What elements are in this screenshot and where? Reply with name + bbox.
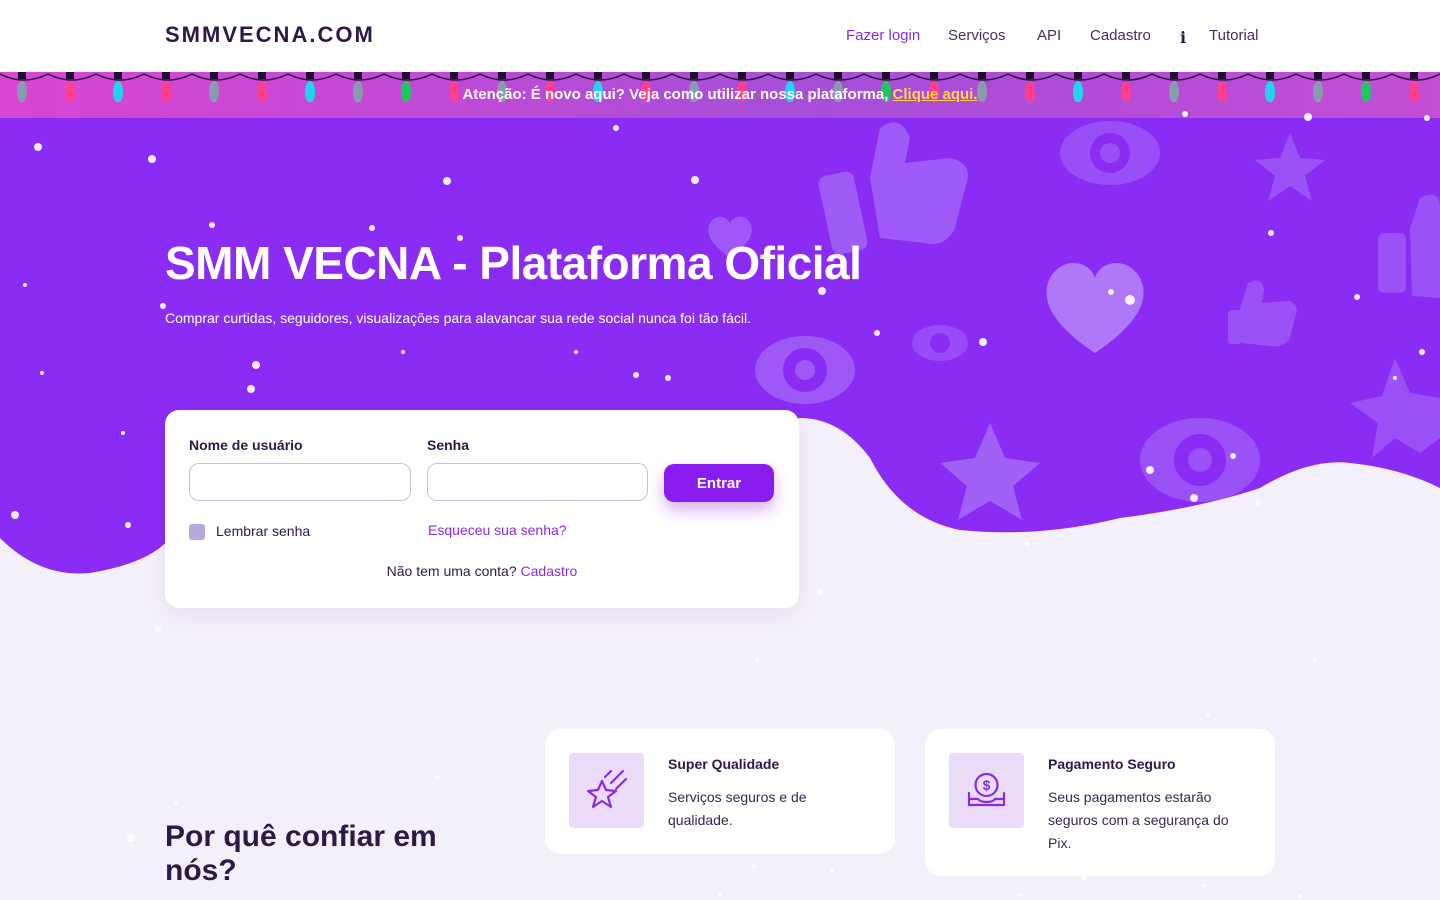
nav-login-link[interactable]: Fazer login [846, 27, 920, 44]
tutorial-link[interactable]: Clique aqui. [893, 86, 978, 103]
signup-link[interactable]: Cadastro [521, 563, 578, 579]
announcement-bar: Atenção: É novo aqui? Veja como utilizar… [0, 72, 1440, 118]
shooting-star-icon [586, 769, 628, 809]
feature-text: Seus pagamentos estarão seguros com a se… [1048, 789, 1229, 851]
announcement-message: É novo aqui? Veja como utilizar nossa pl… [526, 86, 893, 103]
feature-title: Pagamento Seguro [1048, 756, 1176, 772]
nav-api-link[interactable]: API [1037, 27, 1061, 44]
remember-label[interactable]: Lembrar senha [216, 523, 310, 539]
nav-signup-link[interactable]: Cadastro [1090, 27, 1151, 44]
password-label: Senha [427, 437, 470, 453]
eye-icon [755, 336, 855, 404]
nav-services-link[interactable]: Serviços [948, 27, 1006, 44]
announcement-text: Atenção: É novo aqui? Veja como utilizar… [0, 86, 1440, 103]
signup-prompt: Não tem uma conta? [386, 563, 517, 579]
announcement-prefix: Atenção: [462, 86, 527, 103]
feature-icon-box [569, 753, 644, 828]
login-button[interactable]: Entrar [664, 464, 774, 502]
username-input[interactable] [189, 463, 411, 501]
main-nav: Fazer login Serviços API Cadastro i Tuto… [0, 27, 1440, 47]
nav-tutorial-link[interactable]: Tutorial [1209, 27, 1258, 44]
feature-card-payment: $ Pagamento Seguro Seus pagamentos estar… [925, 729, 1275, 876]
hero-title: SMM VECNA - Plataforma Oficial [165, 237, 862, 289]
remember-checkbox[interactable] [189, 524, 205, 540]
site-header: SMMVECNA.COM Fazer login Serviços API Ca… [0, 0, 1440, 72]
svg-text:$: $ [983, 777, 991, 793]
info-icon: i [1180, 28, 1187, 47]
money-tray-icon: $ [967, 772, 1006, 807]
why-trust-title: Por quê confiar em nós? [165, 820, 437, 887]
feature-icon-box: $ [949, 753, 1024, 828]
eye-icon [1060, 121, 1160, 185]
hero-subtitle: Comprar curtidas, seguidores, visualizaç… [165, 310, 751, 326]
feature-card-quality: Super Qualidade Serviços seguros e de qu… [545, 729, 895, 854]
password-input[interactable] [427, 463, 648, 501]
star-icon [940, 423, 1040, 520]
feature-text: Serviços seguros e de qualidade. [668, 789, 807, 828]
feature-title: Super Qualidade [668, 756, 780, 772]
star-icon [1255, 133, 1325, 201]
signup-prompt-row: Não tem uma conta? Cadastro [165, 563, 799, 579]
username-label: Nome de usuário [189, 437, 303, 453]
eye-icon [1140, 418, 1260, 502]
forgot-password-link[interactable]: Esqueceu sua senha? [428, 522, 567, 538]
heart-icon [1046, 262, 1144, 353]
login-form: Nome de usuário Senha Entrar Lembrar sen… [165, 410, 799, 608]
